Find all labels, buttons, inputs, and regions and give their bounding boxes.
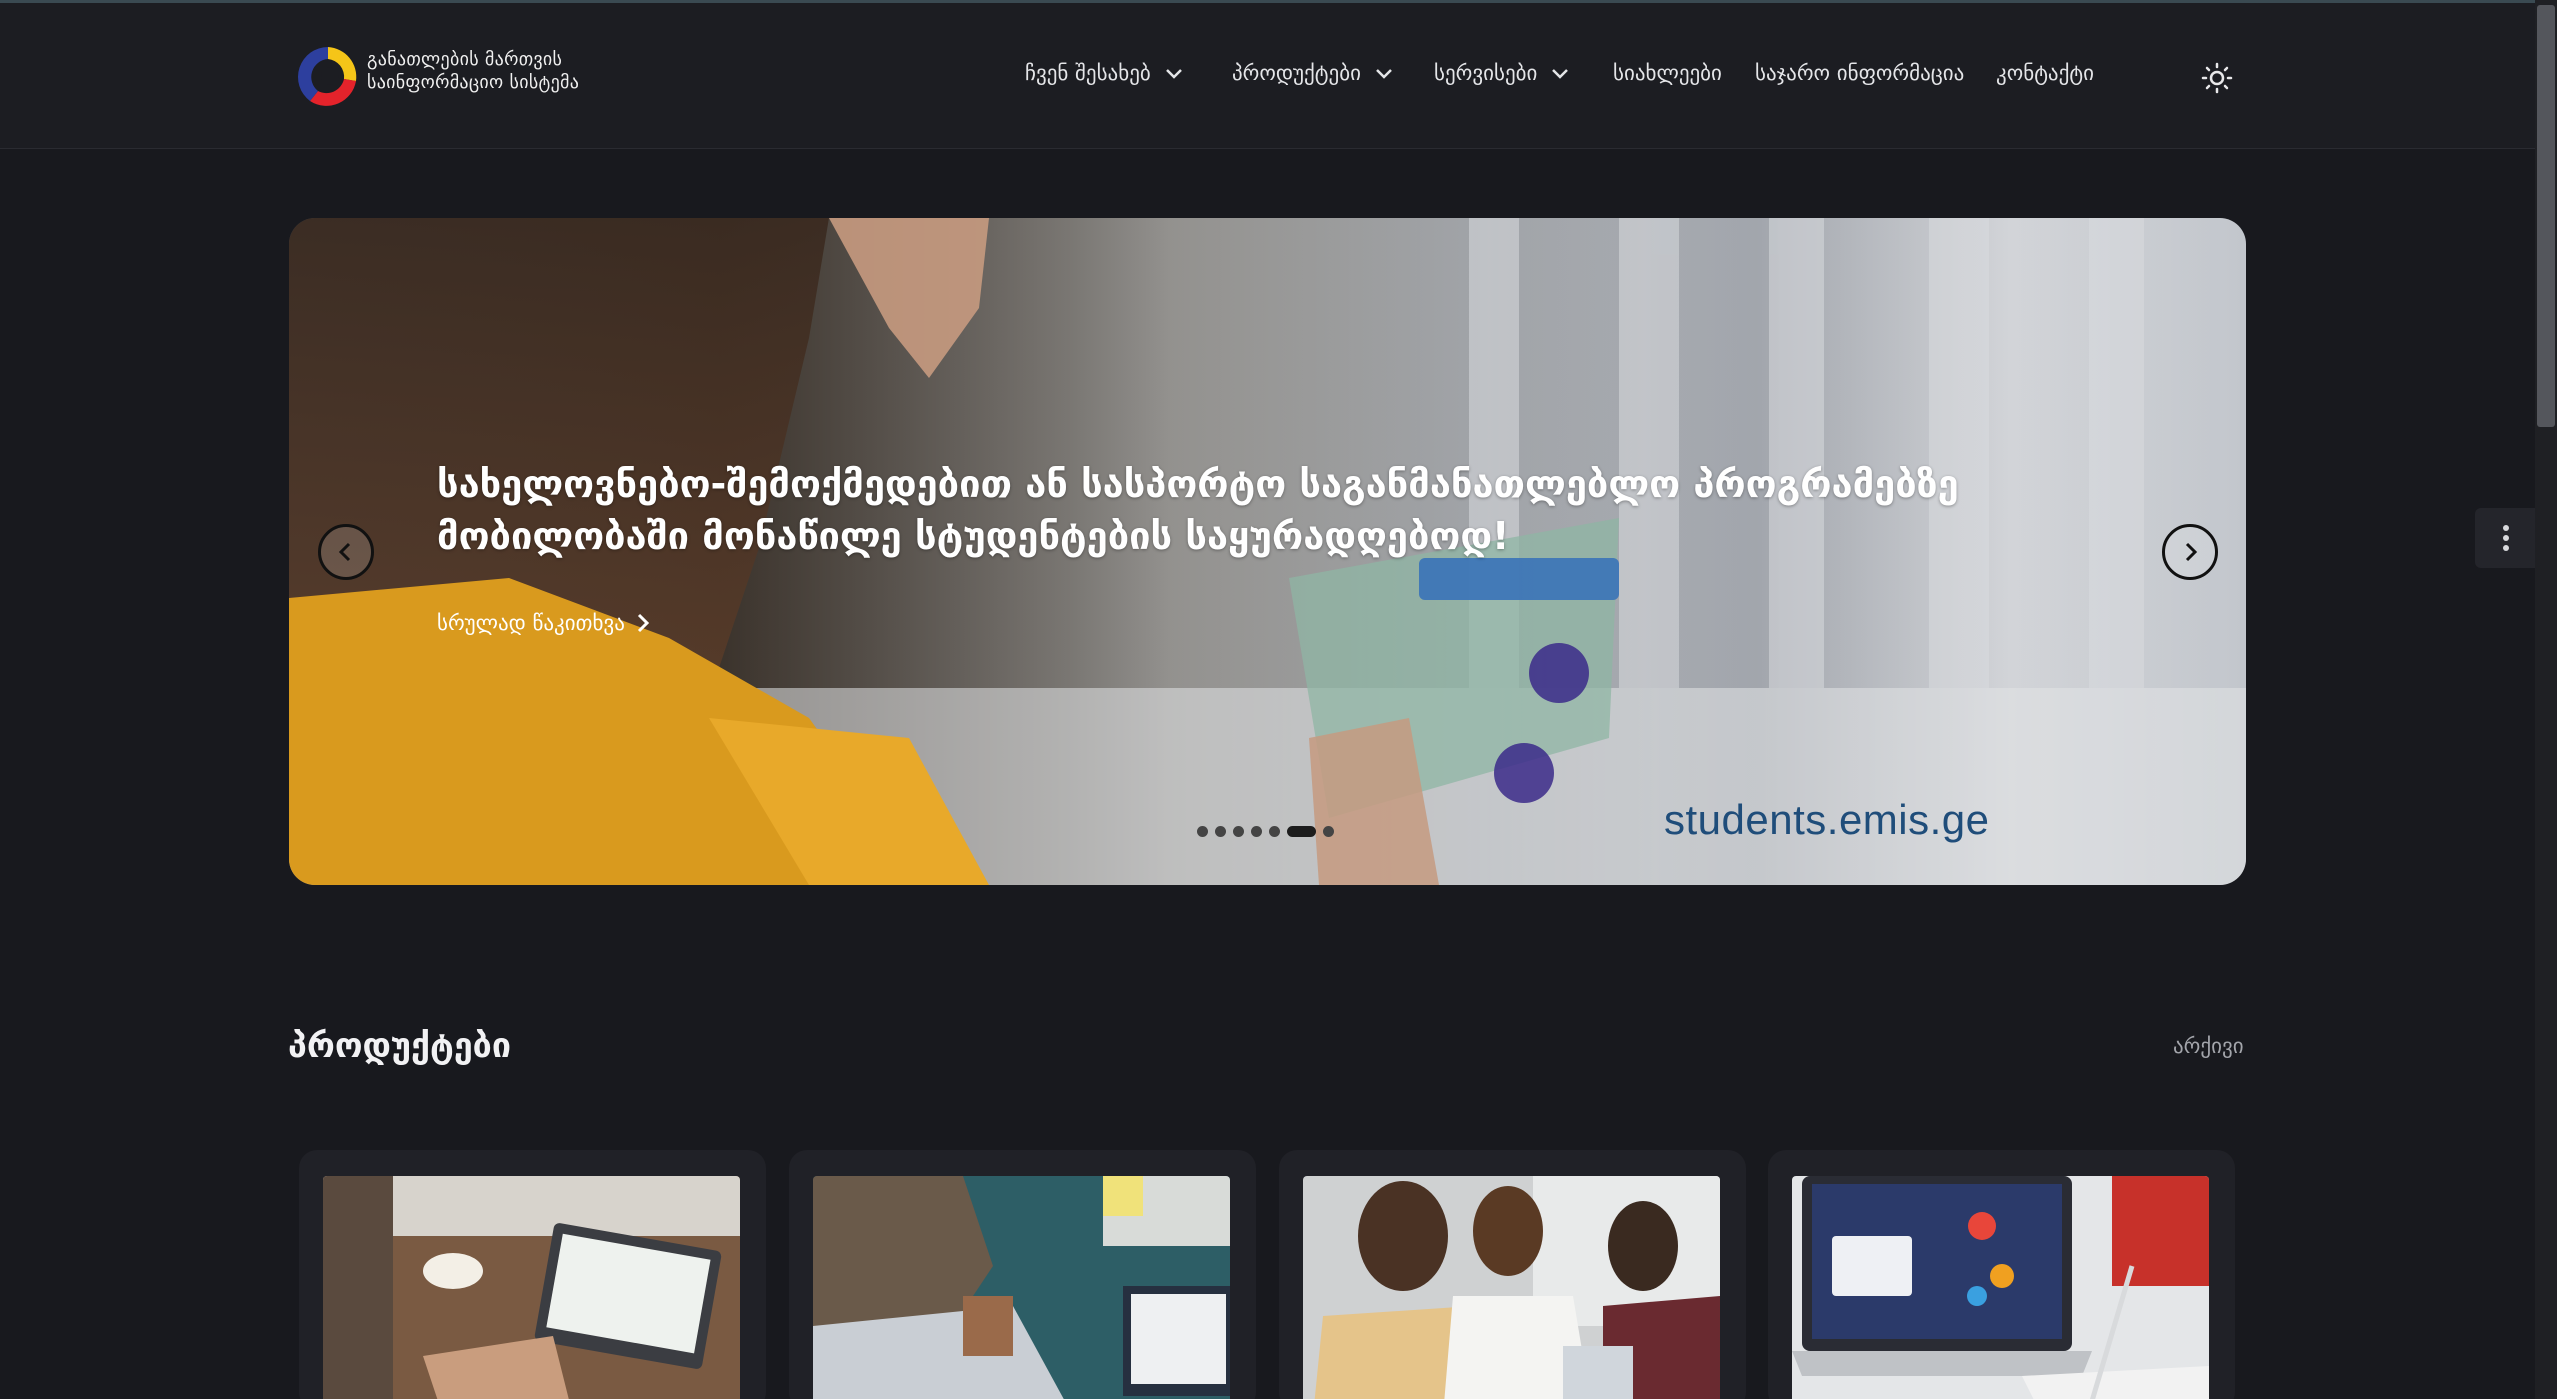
- nav-about[interactable]: ჩვენ შესახებ: [1025, 61, 1185, 85]
- chevron-down-icon: [1376, 69, 1392, 79]
- side-menu-button[interactable]: [2475, 508, 2535, 568]
- emis-logo-icon[interactable]: [290, 41, 365, 111]
- laptop-tablet-photo: [1792, 1176, 2209, 1399]
- chevron-left-icon: [338, 542, 351, 562]
- sun-icon[interactable]: [2200, 61, 2234, 95]
- nav-public-info-label: საჯარო ინფორმაცია: [1755, 61, 1965, 85]
- product-card[interactable]: [789, 1150, 1256, 1399]
- logo-line-1: განათლების მართვის: [367, 49, 563, 70]
- site-header: განათლების მართვის საინფორმაციო სისტემა …: [0, 3, 2535, 149]
- carousel-dot[interactable]: [1215, 826, 1226, 837]
- nav-news-label: სიახლეები: [1613, 61, 1722, 85]
- chevron-down-icon: [1165, 69, 1182, 79]
- laptop-spreadsheet-photo: [323, 1176, 740, 1399]
- carousel-dot[interactable]: [1251, 826, 1262, 837]
- student-laptop-photo: [813, 1176, 1230, 1399]
- nav-services-label: სერვისები: [1434, 61, 1538, 85]
- carousel-next-button[interactable]: [2162, 524, 2218, 580]
- carousel-dot[interactable]: [1197, 826, 1208, 837]
- students-group-photo: [1303, 1176, 1720, 1399]
- nav-products[interactable]: პროდუქტები: [1232, 61, 1395, 85]
- nav-contact-label: კონტაქტი: [1996, 61, 2094, 85]
- carousel-dot[interactable]: [1323, 826, 1334, 837]
- chevron-right-icon: [2185, 542, 2198, 562]
- carousel-dot[interactable]: [1269, 826, 1280, 837]
- read-more-label: სრულად წაკითხვა: [437, 611, 625, 635]
- nav-products-label: პროდუქტები: [1232, 61, 1361, 85]
- hero-watermark: students.emis.ge: [1664, 796, 1990, 843]
- carousel-indicators: [1197, 826, 1341, 837]
- nav-about-label: ჩვენ შესახებ: [1025, 61, 1151, 85]
- carousel-dot-active[interactable]: [1287, 826, 1316, 837]
- chevron-right-icon: [637, 613, 649, 633]
- product-card[interactable]: [299, 1150, 766, 1399]
- scrollbar-thumb[interactable]: [2537, 5, 2555, 427]
- product-card[interactable]: [1768, 1150, 2235, 1399]
- dot-icon: [2503, 535, 2509, 541]
- carousel-dot[interactable]: [1233, 826, 1244, 837]
- products-title: პროდუქტები: [288, 1026, 511, 1066]
- logo-text[interactable]: განათლების მართვის საინფორმაციო სისტემა: [367, 48, 587, 94]
- product-card[interactable]: [1279, 1150, 1746, 1399]
- hero-carousel: სახელოვნებო-შემოქმედებით ან სასპორტო საგ…: [289, 218, 2246, 885]
- carousel-prev-button[interactable]: [318, 524, 374, 580]
- nav-public-info[interactable]: საჯარო ინფორმაცია: [1755, 61, 1964, 85]
- nav-contact[interactable]: კონტაქტი: [1996, 61, 2094, 85]
- dot-icon: [2503, 525, 2509, 531]
- logo-line-2: საინფორმაციო სისტემა: [367, 72, 580, 93]
- chevron-down-icon: [1552, 69, 1569, 79]
- nav-news[interactable]: სიახლეები: [1613, 61, 1722, 85]
- read-more-link[interactable]: სრულად წაკითხვა: [437, 611, 651, 635]
- archive-link[interactable]: არქივი: [2173, 1034, 2244, 1058]
- dot-icon: [2503, 545, 2509, 551]
- nav-services[interactable]: სერვისები: [1434, 61, 1571, 85]
- hero-title: სახელოვნებო-შემოქმედებით ან სასპორტო საგ…: [437, 462, 1959, 558]
